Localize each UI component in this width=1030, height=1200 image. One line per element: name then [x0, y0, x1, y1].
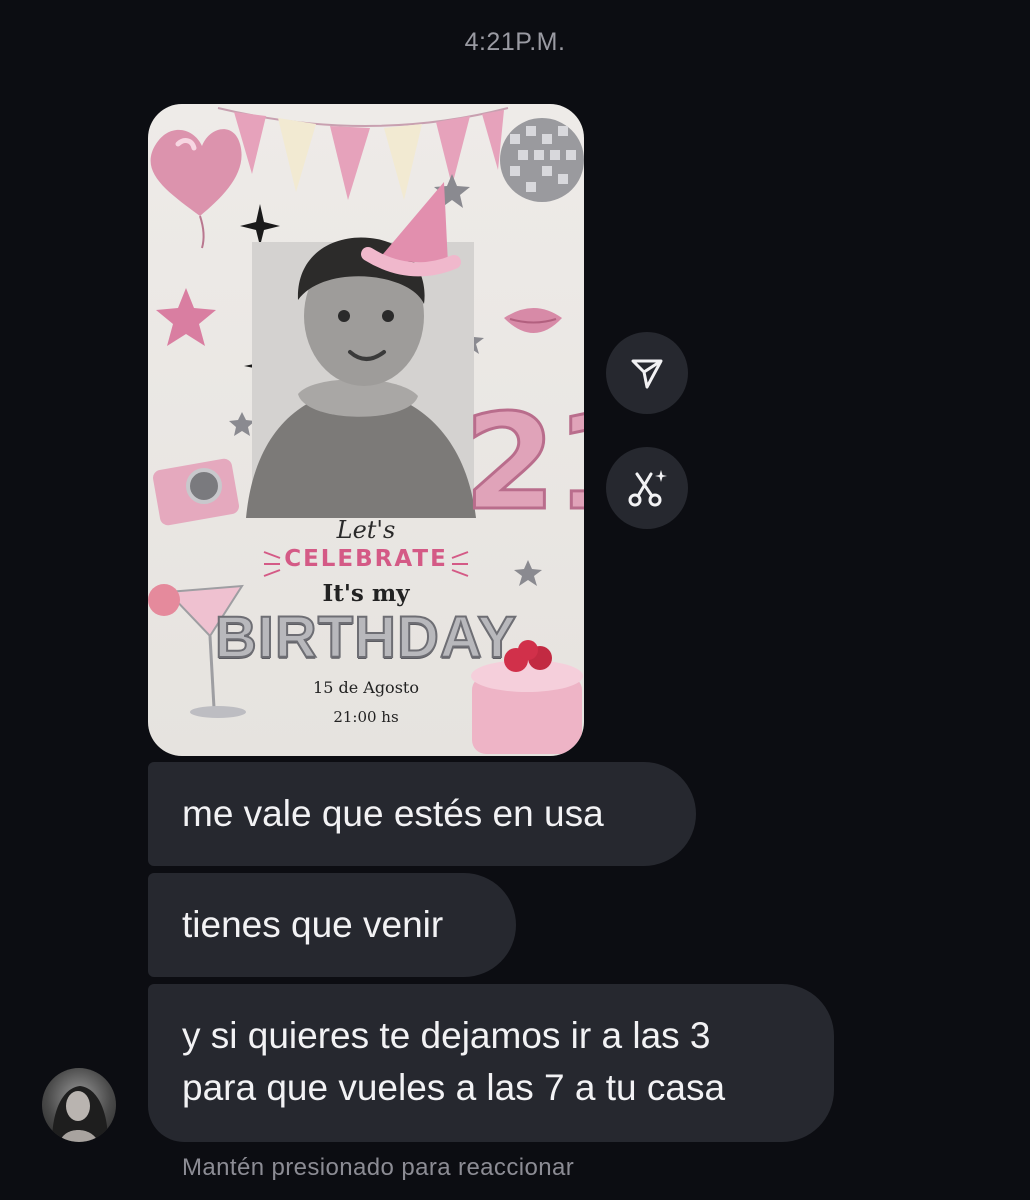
ai-edit-button[interactable]: [606, 447, 688, 529]
invite-time-text: 21:00 hs: [333, 708, 399, 726]
message-text-line: para que vueles a las 7 a tu casa: [182, 1067, 726, 1108]
avatar-photo: [52, 1086, 108, 1142]
invite-birthday-text: BIRTHDAY: [214, 604, 518, 671]
reaction-hint: Mantén presionado para reaccionar: [182, 1154, 575, 1181]
invite-its-my-text: It's my: [322, 580, 410, 607]
invite-lets-text: Let's: [336, 516, 396, 544]
message-text: me vale que estés en usa: [182, 793, 604, 834]
message-timestamp: 4:21P.M.: [464, 28, 566, 56]
invite-date-text: 15 de Agosto: [313, 678, 419, 697]
message-bubble[interactable]: y si quieres te dejamos ir a las 3 para …: [148, 984, 834, 1142]
message-bubble[interactable]: me vale que estés en usa: [148, 762, 696, 866]
birthday-invitation-image[interactable]: 21 Let's CELEBRATE It's my BIRTHDAY 15 d…: [148, 104, 584, 756]
share-button[interactable]: [606, 332, 688, 414]
invite-celebrate-text: CELEBRATE: [284, 546, 448, 572]
send-icon: [631, 359, 663, 389]
message-bubble[interactable]: tienes que venir: [148, 873, 516, 977]
sparkle-scissors-icon: [628, 470, 667, 507]
message-text-line: y si quieres te dejamos ir a las 3: [182, 1015, 711, 1056]
message-text: tienes que venir: [182, 904, 444, 945]
avatar[interactable]: [42, 1068, 116, 1142]
